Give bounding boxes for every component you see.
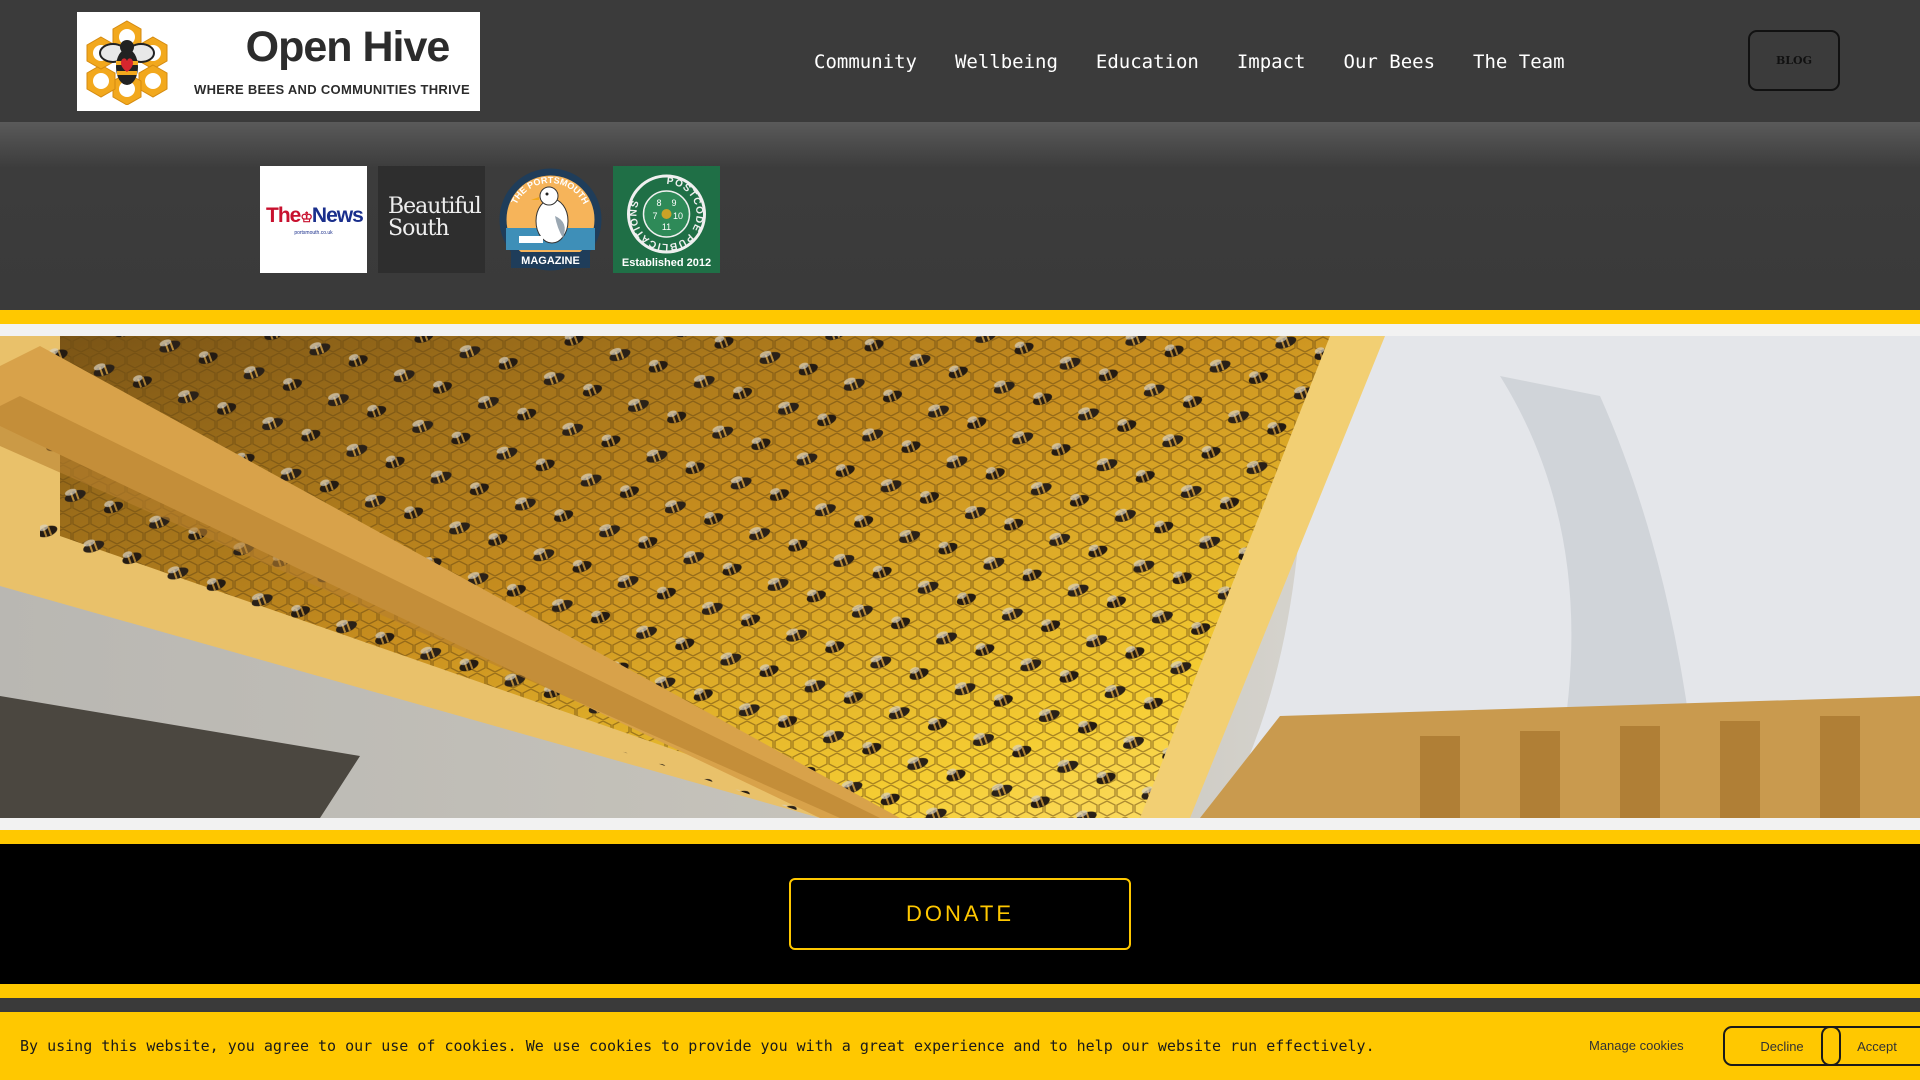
seagull-badge-icon: THE PORTSMOUTH MAGAZINE (499, 168, 602, 271)
nav-link-wellbeing[interactable]: Wellbeing (955, 48, 1058, 76)
postcode-number-10: 10 (673, 211, 683, 221)
main-nav: Community Wellbeing Education Impact Our… (814, 48, 1603, 76)
blog-button[interactable]: BLOG (1748, 30, 1840, 91)
postcode-publications-logo[interactable]: POSTCODE PUBLICATIONS 8 9 7 10 11 Establ… (613, 166, 720, 273)
beehive-frame-image (0, 336, 1920, 818)
cookie-banner: By using this website, you agree to our … (0, 1012, 1920, 1080)
hero-image (0, 336, 1920, 818)
the-news-logo[interactable]: The♔News portsmouth.co.uk (260, 166, 367, 273)
the-news-crest-icon: ♔ (300, 209, 313, 225)
beautiful-south-line2: South (388, 216, 449, 241)
site-logo[interactable]: Open Hive WHERE BEES AND COMMUNITIES THR… (77, 12, 480, 111)
postcode-number-7: 7 (652, 211, 657, 221)
yellow-stripe-top (0, 310, 1920, 324)
the-news-wordmark: The♔News (266, 204, 364, 228)
beautiful-south-logo[interactable]: Beautiful South (378, 166, 485, 273)
nav-link-impact[interactable]: Impact (1237, 48, 1306, 76)
brand-tagline: WHERE BEES AND COMMUNITIES THRIVE (194, 82, 470, 97)
portsmouth-magazine-logo[interactable]: THE PORTSMOUTH MAGAZINE (497, 166, 604, 273)
the-news-word-news: News (311, 204, 364, 227)
postcode-number-8: 8 (656, 198, 661, 208)
cookie-message: By using this website, you agree to our … (20, 1037, 1375, 1055)
postcode-number-11: 11 (662, 222, 671, 232)
manage-cookies-link[interactable]: Manage cookies (1589, 1038, 1684, 1053)
white-stripe-bottom (0, 818, 1920, 830)
donate-button[interactable]: DONATE (789, 878, 1131, 950)
yellow-stripe-footer (0, 984, 1920, 998)
press-logos-strip: The♔News portsmouth.co.uk Beautiful Sout… (0, 122, 1920, 310)
site-header: Open Hive WHERE BEES AND COMMUNITIES THR… (0, 0, 1920, 122)
nav-link-education[interactable]: Education (1096, 48, 1199, 76)
postcode-established: Established 2012 (622, 257, 711, 269)
nav-link-the-team[interactable]: The Team (1473, 48, 1565, 76)
postcode-number-9: 9 (671, 198, 676, 208)
honeycomb-bee-icon (86, 20, 168, 105)
footer-dark-band (0, 998, 1920, 1012)
yellow-stripe-bottom (0, 830, 1920, 844)
nav-link-community[interactable]: Community (814, 48, 917, 76)
postcode-badge-icon: POSTCODE PUBLICATIONS 8 9 7 10 11 Establ… (622, 174, 711, 269)
the-news-url: portsmouth.co.uk (294, 230, 333, 236)
accept-cookies-button[interactable]: Accept (1821, 1026, 1920, 1066)
beautiful-south-line1: Beautiful (388, 194, 482, 219)
portsmouth-magazine-word: MAGAZINE (521, 255, 580, 267)
white-stripe-top (0, 324, 1920, 336)
the-news-word-the: The (266, 204, 301, 227)
nav-link-our-bees[interactable]: Our Bees (1344, 48, 1436, 76)
brand-title: Open Hive (245, 23, 451, 71)
